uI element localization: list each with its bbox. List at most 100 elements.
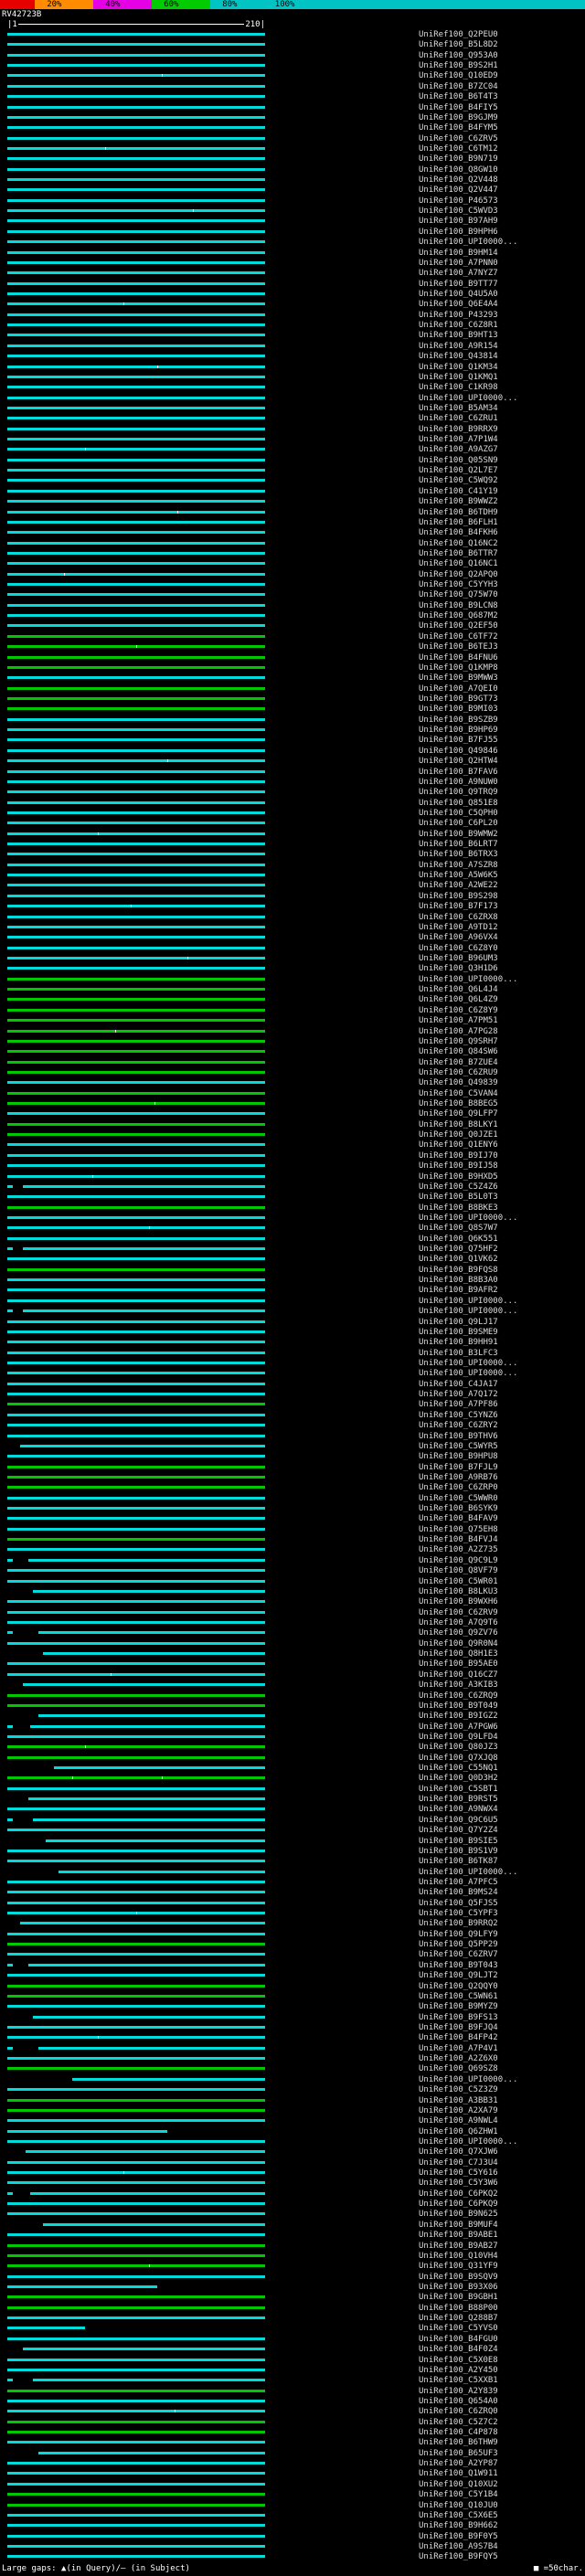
- hit-alignment-bar[interactable]: [7, 901, 265, 911]
- hit-alignment-bar[interactable]: [7, 289, 265, 299]
- hit-alignment-bar[interactable]: [7, 29, 265, 39]
- hit-label[interactable]: UniRef100_Q9ZV76: [419, 1628, 498, 1638]
- hit-alignment-bar[interactable]: [7, 2043, 265, 2053]
- hit-alignment-bar[interactable]: [7, 725, 265, 735]
- hit-alignment-bar[interactable]: [7, 2261, 265, 2271]
- hit-label[interactable]: UniRef100_Q6ZHW1: [419, 2127, 498, 2136]
- hit-label[interactable]: UniRef100_Q80JZ3: [419, 1743, 498, 1752]
- hit-label[interactable]: UniRef100_B9N719: [419, 154, 498, 164]
- hit-alignment-bar[interactable]: [7, 382, 265, 392]
- hit-alignment-bar[interactable]: [7, 2448, 265, 2458]
- hit-label[interactable]: UniRef100_B9IJ70: [419, 1151, 498, 1161]
- hit-alignment-bar[interactable]: [7, 1887, 265, 1897]
- hit-alignment-bar[interactable]: [7, 1856, 265, 1866]
- hit-alignment-bar[interactable]: [7, 1648, 265, 1659]
- hit-label[interactable]: UniRef100_Q9C9L9: [419, 1556, 498, 1565]
- hit-label[interactable]: UniRef100_Q8VF79: [419, 1566, 498, 1575]
- hit-alignment-bar[interactable]: [7, 39, 265, 49]
- hit-alignment-bar[interactable]: [7, 2095, 265, 2105]
- hit-alignment-bar[interactable]: [7, 1285, 265, 1295]
- hit-alignment-bar[interactable]: [7, 2230, 265, 2240]
- hit-label[interactable]: UniRef100_UPI0000...: [419, 2137, 517, 2147]
- hit-alignment-bar[interactable]: [7, 922, 265, 932]
- hit-alignment-bar[interactable]: [7, 652, 265, 663]
- hit-alignment-bar[interactable]: [7, 496, 265, 506]
- hit-alignment-bar[interactable]: [7, 112, 265, 122]
- hit-label[interactable]: UniRef100_A2Y839: [419, 2387, 498, 2396]
- hit-alignment-bar[interactable]: [7, 2063, 265, 2073]
- hit-label[interactable]: UniRef100_C5YPF3: [419, 1909, 498, 1918]
- hit-label[interactable]: UniRef100_UPI0000...: [419, 1369, 517, 1378]
- hit-alignment-bar[interactable]: [7, 362, 265, 372]
- hit-label[interactable]: UniRef100_B8LKY1: [419, 1120, 498, 1129]
- hit-label[interactable]: UniRef100_B9T049: [419, 1701, 498, 1711]
- hit-alignment-bar[interactable]: [7, 2541, 265, 2551]
- hit-alignment-bar[interactable]: [7, 1088, 265, 1098]
- hit-alignment-bar[interactable]: [7, 1057, 265, 1067]
- hit-label[interactable]: UniRef100_A2WE22: [419, 881, 498, 890]
- hit-label[interactable]: UniRef100_UPI0000...: [419, 238, 517, 247]
- hit-label[interactable]: UniRef100_B9HP69: [419, 726, 498, 735]
- hit-label[interactable]: UniRef100_B6TRX3: [419, 850, 498, 859]
- hit-alignment-bar[interactable]: [7, 1784, 265, 1794]
- hit-alignment-bar[interactable]: [7, 735, 265, 745]
- hit-label[interactable]: UniRef100_C5YYH3: [419, 580, 498, 589]
- hit-alignment-bar[interactable]: [7, 507, 265, 517]
- hit-alignment-bar[interactable]: [7, 2437, 265, 2447]
- hit-label[interactable]: UniRef100_B7FAV6: [419, 768, 498, 777]
- hit-label[interactable]: UniRef100_A7PFC5: [419, 1878, 498, 1887]
- hit-label[interactable]: UniRef100_A3KIB3: [419, 1680, 498, 1690]
- hit-label[interactable]: UniRef100_B9FJQ4: [419, 2023, 498, 2032]
- hit-alignment-bar[interactable]: [7, 1991, 265, 2001]
- hit-label[interactable]: UniRef100_Q1KM34: [419, 363, 498, 372]
- hit-alignment-bar[interactable]: [7, 1939, 265, 1949]
- hit-alignment-bar[interactable]: [7, 663, 265, 673]
- hit-label[interactable]: UniRef100_B7F173: [419, 902, 498, 911]
- hit-alignment-bar[interactable]: [7, 2136, 265, 2147]
- hit-label[interactable]: UniRef100_UPI0000...: [419, 1297, 517, 1306]
- hit-alignment-bar[interactable]: [7, 1555, 265, 1565]
- hit-label[interactable]: UniRef100_B4FYM5: [419, 123, 498, 133]
- hit-alignment-bar[interactable]: [7, 1929, 265, 1939]
- hit-alignment-bar[interactable]: [7, 579, 265, 589]
- hit-label[interactable]: UniRef100_Q2HTW4: [419, 757, 498, 766]
- hit-label[interactable]: UniRef100_B96UM3: [419, 954, 498, 963]
- hit-label[interactable]: UniRef100_C6PKQ9: [419, 2200, 498, 2209]
- hit-alignment-bar[interactable]: [7, 1701, 265, 1711]
- hit-alignment-bar[interactable]: [7, 1867, 265, 1877]
- hit-alignment-bar[interactable]: [7, 1296, 265, 1306]
- hit-label[interactable]: UniRef100_Q84SW6: [419, 1047, 498, 1056]
- hit-alignment-bar[interactable]: [7, 1576, 265, 1586]
- hit-alignment-bar[interactable]: [7, 2313, 265, 2323]
- hit-label[interactable]: UniRef100_B9S298: [419, 892, 498, 901]
- hit-label[interactable]: UniRef100_B8B3A0: [419, 1276, 498, 1285]
- hit-label[interactable]: UniRef100_B4FGU0: [419, 2335, 498, 2344]
- hit-label[interactable]: UniRef100_B8LKU3: [419, 1587, 498, 1596]
- hit-alignment-bar[interactable]: [7, 808, 265, 818]
- hit-label[interactable]: UniRef100_C5WN61: [419, 1992, 498, 2001]
- hit-alignment-bar[interactable]: [7, 684, 265, 694]
- hit-label[interactable]: UniRef100_Q3H1D6: [419, 964, 498, 973]
- hit-alignment-bar[interactable]: [7, 1337, 265, 1347]
- hit-label[interactable]: UniRef100_B9FS13: [419, 2013, 498, 2022]
- hit-alignment-bar[interactable]: [7, 248, 265, 258]
- hit-alignment-bar[interactable]: [7, 1763, 265, 1773]
- hit-label[interactable]: UniRef100_C6ZRQ9: [419, 1691, 498, 1701]
- hit-label[interactable]: UniRef100_B9S2H1: [419, 61, 498, 70]
- hit-label[interactable]: UniRef100_B7FJL9: [419, 1463, 498, 1472]
- hit-label[interactable]: UniRef100_Q2EF50: [419, 621, 498, 631]
- hit-alignment-bar[interactable]: [7, 341, 265, 351]
- hit-alignment-bar[interactable]: [7, 299, 265, 309]
- hit-alignment-bar[interactable]: [7, 227, 265, 237]
- hit-alignment-bar[interactable]: [7, 1420, 265, 1430]
- hit-label[interactable]: UniRef100_Q9LJ17: [419, 1318, 498, 1327]
- hit-alignment-bar[interactable]: [7, 2510, 265, 2520]
- hit-alignment-bar[interactable]: [7, 2355, 265, 2365]
- hit-label[interactable]: UniRef100_B5L8D2: [419, 40, 498, 49]
- hit-label[interactable]: UniRef100_A3BB31: [419, 2096, 498, 2105]
- hit-label[interactable]: UniRef100_B9MYZ9: [419, 2002, 498, 2011]
- hit-label[interactable]: UniRef100_B95AE0: [419, 1659, 498, 1669]
- hit-label[interactable]: UniRef100_C55NQ1: [419, 1764, 498, 1773]
- hit-label[interactable]: UniRef100_Q0D3H2: [419, 1774, 498, 1783]
- hit-alignment-bar[interactable]: [7, 1026, 265, 1036]
